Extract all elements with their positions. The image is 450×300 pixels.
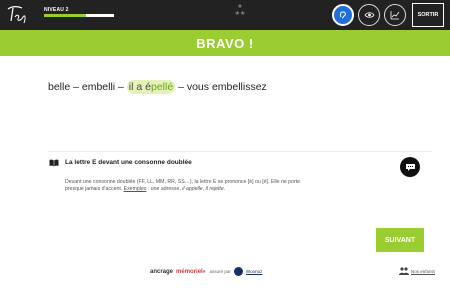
stars-indicator: ★ ★★	[230, 4, 250, 24]
star-icon: ★	[237, 4, 243, 10]
app-logo	[4, 3, 30, 27]
audio-button[interactable]	[332, 4, 354, 26]
level-progress-fill	[44, 14, 86, 17]
example-word: il appelle	[182, 186, 203, 192]
rule-body: Devant une consonne doublée (FF, LL, MM,…	[65, 179, 405, 193]
divider	[48, 151, 432, 152]
rule-text: : une adresse,	[146, 186, 183, 192]
exit-button[interactable]: SORTIR	[412, 3, 444, 27]
people-icon	[399, 267, 409, 275]
star-icon: ★	[240, 11, 246, 17]
rule-title: La lettre E devant une consonne doublée	[65, 159, 192, 166]
brand-text: ancrage	[150, 268, 174, 275]
success-banner: BRAVO !	[0, 30, 450, 56]
brand-line: ancrage mémoriel ® assuré par Woonoz	[150, 267, 262, 276]
example-word: il rejette	[205, 186, 224, 192]
chart-icon	[390, 11, 400, 20]
rule-text: .	[223, 186, 226, 192]
selected-word-prefix: il a é	[128, 81, 151, 93]
footer: ancrage mémoriel ® assuré par Woonoz Nos e…	[0, 265, 450, 279]
selected-word-error: pellé	[150, 81, 174, 93]
eye-icon	[364, 12, 374, 18]
top-bar: NIVEAU 2 ★ ★★ SORTIR	[0, 0, 450, 30]
stats-button[interactable]	[384, 4, 406, 26]
rule-text: Devant une consonne doublée (FF, LL, MM,…	[65, 179, 301, 185]
help-chat-button[interactable]	[400, 157, 420, 177]
level-label: NIVEAU 2	[44, 7, 69, 13]
sentence-part: – vous embellissez	[175, 81, 267, 93]
brand-text-highlight: mémoriel	[176, 268, 203, 275]
book-icon	[48, 157, 59, 168]
students-link[interactable]: Nos enfants	[399, 267, 435, 275]
chat-bubble-icon	[405, 163, 415, 171]
view-button[interactable]	[358, 4, 380, 26]
company-logo-icon	[233, 267, 243, 276]
assured-by-text: assuré par	[209, 269, 231, 274]
rule-panel: La lettre E devant une consonne doublée …	[48, 151, 432, 193]
next-button[interactable]: SUIVANT	[376, 228, 424, 252]
ear-icon	[339, 11, 346, 19]
exercise-sentence: belle – embelli – il a épellé – vous emb…	[48, 80, 267, 94]
examples-link[interactable]: Exemples	[124, 186, 147, 192]
sentence-part: belle – embelli –	[48, 81, 127, 93]
rule-text: presque jamais d'accent.	[65, 186, 124, 192]
selected-word[interactable]: il a épellé	[126, 80, 176, 94]
level-progress-bar	[44, 14, 114, 17]
company-link[interactable]: Woonoz	[246, 269, 262, 274]
students-label[interactable]: Nos enfants	[411, 269, 435, 274]
registered-mark: ®	[202, 269, 206, 274]
